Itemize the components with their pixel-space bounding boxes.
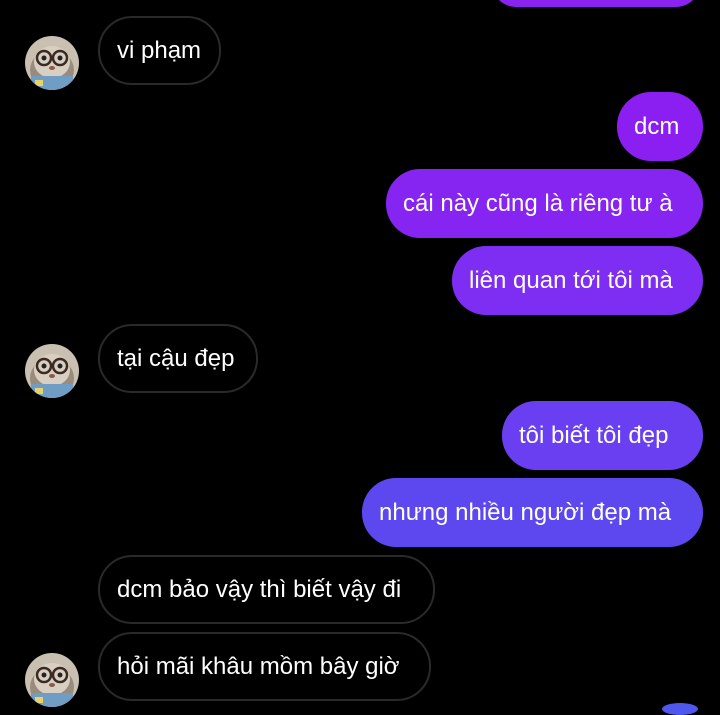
outgoing-message-bubble[interactable]: liên quan tới tôi mà <box>452 246 703 315</box>
cat-with-glasses-avatar-icon <box>25 653 79 707</box>
message-text: dcm <box>634 113 680 140</box>
cat-with-glasses-avatar-icon <box>25 344 79 398</box>
contact-avatar-icon[interactable] <box>25 344 79 398</box>
previous-outgoing-bubble-fragment[interactable] <box>492 0 700 7</box>
message-text: cái này cũng là riêng tư à <box>403 190 673 217</box>
next-outgoing-bubble-fragment[interactable] <box>662 703 698 715</box>
incoming-message-bubble[interactable]: tại cậu đẹp <box>98 324 258 393</box>
outgoing-message-bubble[interactable]: cái này cũng là riêng tư à <box>386 169 703 238</box>
message-text: tại cậu đẹp <box>117 345 235 372</box>
message-text: nhưng nhiều người đẹp mà <box>379 499 672 526</box>
message-text: dcm bảo vậy thì biết vậy đi <box>117 576 402 603</box>
cat-with-glasses-avatar-icon <box>25 36 79 90</box>
incoming-message-bubble[interactable]: hỏi mãi khâu mồm bây giờ <box>98 632 431 701</box>
outgoing-message-bubble[interactable]: dcm <box>617 92 703 161</box>
incoming-message-bubble[interactable]: dcm bảo vậy thì biết vậy đi <box>98 555 435 624</box>
contact-avatar-icon[interactable] <box>25 36 79 90</box>
outgoing-message-bubble[interactable]: nhưng nhiều người đẹp mà <box>362 478 703 547</box>
message-text: tôi biết tôi đẹp <box>519 422 669 449</box>
message-text: vi phạm <box>117 37 202 64</box>
message-text: liên quan tới tôi mà <box>469 267 673 294</box>
outgoing-message-bubble[interactable]: tôi biết tôi đẹp <box>502 401 703 470</box>
contact-avatar-icon[interactable] <box>25 653 79 707</box>
incoming-message-bubble[interactable]: vi phạm <box>98 16 221 85</box>
chat-thread: vi phạm dcm cái này cũng là riêng tư à l… <box>0 0 720 715</box>
message-text: hỏi mãi khâu mồm bây giờ <box>117 653 400 680</box>
